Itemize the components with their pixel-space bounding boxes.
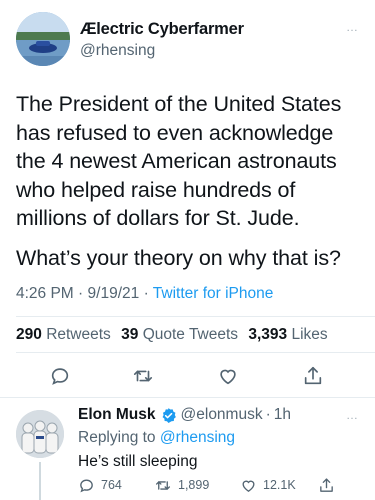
tweet-paragraph: What’s your theory on why that is?: [16, 245, 341, 270]
reply-like-button[interactable]: 12.1K: [240, 475, 296, 495]
like-icon: [242, 480, 255, 492]
like-icon[interactable]: [216, 364, 240, 388]
likes-count: 3,393: [248, 326, 288, 343]
reply-age[interactable]: 1h: [274, 406, 291, 424]
reply-like-count: 12.1K: [263, 478, 296, 492]
replying-to-label: Replying to: [78, 429, 156, 446]
divider: [16, 352, 375, 353]
tweet-text: The President of the United States has r…: [16, 90, 366, 272]
reply-icon: [80, 479, 93, 492]
reply-handle[interactable]: @elonmusk: [181, 406, 263, 424]
tweet-actions: [0, 362, 375, 390]
share-icon: [320, 477, 333, 492]
more-options-icon[interactable]: …: [346, 20, 359, 34]
retweets-count: 290: [16, 326, 42, 343]
replying-to-handle[interactable]: @rhensing: [160, 429, 235, 446]
meta-separator: ·: [143, 285, 149, 302]
tweet-timestamp: 4:26 PM · 9/19/21 · Twitter for iPhone: [16, 285, 273, 303]
tweet-source-app[interactable]: Twitter for iPhone: [153, 285, 274, 302]
likes-stat[interactable]: 3,393 Likes: [248, 326, 327, 343]
retweets-label: Retweets: [46, 326, 111, 343]
reply-header: Elon Musk @elonmusk · 1h: [78, 406, 291, 424]
tweet-time[interactable]: 4:26 PM: [16, 285, 74, 302]
reply-actions: 764 1,899 12.1K: [78, 475, 368, 495]
reply-avatar-image: [16, 410, 64, 458]
quotes-label: Quote Tweets: [142, 326, 239, 343]
reply-display-name[interactable]: Elon Musk: [78, 406, 156, 424]
quotes-count: 39: [121, 326, 139, 343]
replying-to: Replying to @rhensing: [78, 429, 235, 447]
thread-line: [39, 462, 41, 500]
reply-text: He’s still sleeping: [78, 453, 198, 470]
display-name[interactable]: Ælectric Cyberfarmer: [80, 20, 244, 39]
reply-retweet-count: 1,899: [178, 478, 210, 492]
tweet-stats: 290 Retweets 39 Quote Tweets 3,393 Likes: [16, 326, 334, 344]
reply-separator: ·: [265, 406, 271, 423]
meta-separator: ·: [78, 285, 84, 302]
retweet-icon: [155, 480, 171, 490]
avatar[interactable]: [16, 12, 70, 66]
share-icon[interactable]: [301, 364, 325, 388]
quotes-stat[interactable]: 39 Quote Tweets: [121, 326, 238, 343]
tweet-paragraph: The President of the United States has r…: [16, 92, 342, 230]
user-handle[interactable]: @rhensing: [80, 42, 155, 60]
tweet-date[interactable]: 9/19/21: [88, 285, 140, 302]
reply-avatar[interactable]: [16, 410, 64, 458]
reply-more-options-icon[interactable]: …: [346, 408, 359, 422]
reply-tweet[interactable]: Elon Musk @elonmusk · 1h … Replying to @…: [0, 398, 375, 500]
reply-reply-count: 764: [101, 478, 122, 492]
verified-badge-icon: [160, 407, 177, 424]
reply-reply-button[interactable]: 764: [78, 475, 122, 495]
reply-share-button[interactable]: [318, 475, 335, 495]
divider: [16, 316, 375, 317]
retweet-icon[interactable]: [131, 364, 155, 388]
likes-label: Likes: [291, 326, 328, 343]
avatar-image: [16, 12, 70, 66]
reply-icon[interactable]: [48, 364, 72, 388]
reply-retweet-button[interactable]: 1,899: [154, 475, 209, 495]
main-tweet: Ælectric Cyberfarmer @rhensing … The Pre…: [0, 0, 375, 398]
retweets-stat[interactable]: 290 Retweets: [16, 326, 111, 343]
